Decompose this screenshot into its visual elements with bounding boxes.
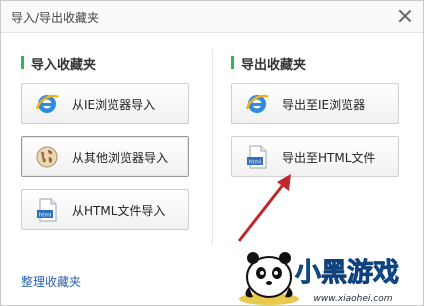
html-file-icon: html [247,145,267,169]
export-to-ie-button[interactable]: 导出至IE浏览器 [231,83,399,124]
ie-icon [35,94,59,113]
svg-text:html: html [249,160,262,166]
dialog-title: 导入/导出收藏夹 [11,11,100,25]
import-section-title: 导入收藏夹 [21,54,96,73]
ie-icon [245,94,269,113]
import-from-other-browser-label: 从其他浏览器导入 [72,151,169,165]
organize-favorites-link[interactable]: 整理收藏夹 [21,273,81,290]
import-from-ie-button[interactable]: 从IE浏览器导入 [21,83,189,124]
export-to-ie-label: 导出至IE浏览器 [282,98,366,112]
export-to-html-label: 导出至HTML文件 [282,151,376,165]
import-export-dialog: 导入/导出收藏夹 导入收藏夹 从IE浏览器导入 从其他浏览器导入 html 从H… [0,0,424,306]
svg-text:html: html [39,213,52,219]
title-bar: 导入/导出收藏夹 [1,1,423,33]
import-from-html-button[interactable]: html 从HTML文件导入 [21,189,189,230]
import-from-ie-label: 从IE浏览器导入 [72,98,156,112]
watermark-logo: 小黑游戏 www.xiaohei.com [239,252,399,305]
html-file-icon: html [37,198,57,222]
watermark-url: www.xiaohei.com [313,294,392,304]
close-icon[interactable] [397,8,413,24]
watermark-brand: 小黑游戏 [295,258,399,288]
annotation-arrow [237,174,291,242]
export-section-title: 导出收藏夹 [231,54,306,73]
import-from-other-browser-button[interactable]: 从其他浏览器导入 [21,136,189,177]
globe-icon [36,146,58,168]
section-divider [212,49,213,244]
import-from-html-label: 从HTML文件导入 [72,204,166,218]
